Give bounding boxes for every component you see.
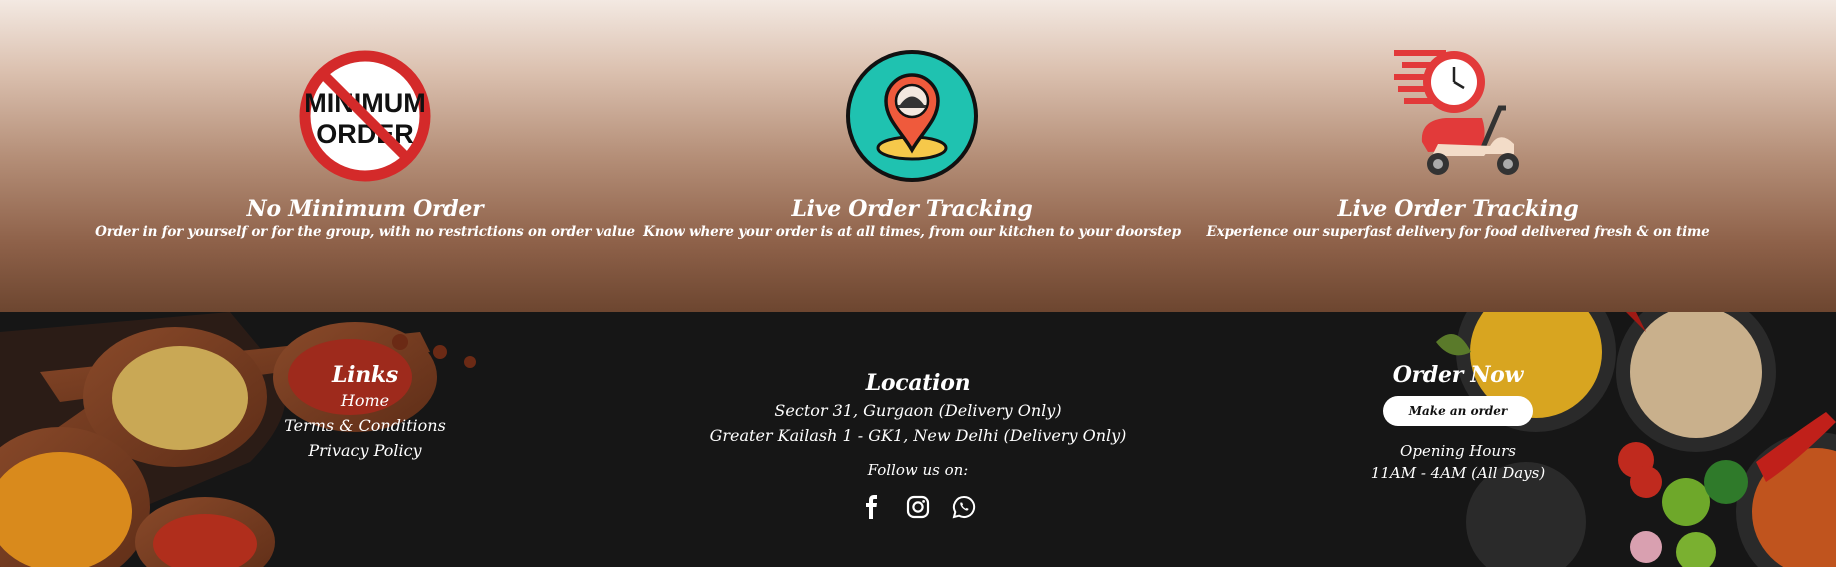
delivery-scooter-icon <box>1388 46 1528 186</box>
links-heading: Links <box>332 362 398 388</box>
facebook-icon[interactable] <box>860 495 884 519</box>
opening-hours-label: Opening Hours <box>1400 442 1516 460</box>
footer-location-column: Location Sector 31, Gurgaon (Delivery On… <box>618 370 1218 519</box>
footer-links-column: Links Home Terms & Conditions Privacy Po… <box>265 362 465 463</box>
feature-live-order-tracking: Live Order Tracking Know where your orde… <box>632 46 1192 240</box>
opening-hours-value: 11AM - 4AM (All Days) <box>1370 464 1546 482</box>
location-pin-icon <box>842 46 982 186</box>
site-footer: Links Home Terms & Conditions Privacy Po… <box>0 312 1836 567</box>
feature-description: Know where your order is at all times, f… <box>643 224 1181 240</box>
footer-link-terms[interactable]: Terms & Conditions <box>265 413 465 438</box>
feature-fast-delivery: Live Order Tracking Experience our super… <box>1178 46 1738 240</box>
feature-description: Experience our superfast delivery for fo… <box>1206 224 1710 240</box>
features-section: MINIMUM ORDER No Minimum Order Order in … <box>0 0 1836 312</box>
make-an-order-button[interactable]: Make an order <box>1382 396 1534 426</box>
order-now-heading: Order Now <box>1392 362 1524 388</box>
feature-no-minimum-order: MINIMUM ORDER No Minimum Order Order in … <box>85 46 645 240</box>
location-line-gurgaon: Sector 31, Gurgaon (Delivery Only) <box>774 401 1062 420</box>
no-minimum-order-icon: MINIMUM ORDER <box>295 46 435 186</box>
location-heading: Location <box>865 370 971 396</box>
instagram-icon[interactable] <box>906 495 930 519</box>
location-line-delhi: Greater Kailash 1 - GK1, New Delhi (Deli… <box>709 426 1127 445</box>
feature-title: No Minimum Order <box>246 196 484 222</box>
whatsapp-icon[interactable] <box>952 495 976 519</box>
footer-order-column: Order Now Make an order Opening Hours 11… <box>1358 362 1558 484</box>
feature-description: Order in for yourself or for the group, … <box>95 224 635 240</box>
footer-link-privacy[interactable]: Privacy Policy <box>265 438 465 463</box>
feature-title: Live Order Tracking <box>791 196 1033 222</box>
footer-link-home[interactable]: Home <box>265 388 465 413</box>
feature-title: Live Order Tracking <box>1337 196 1579 222</box>
social-links <box>618 495 1218 519</box>
follow-us-label: Follow us on: <box>867 461 969 479</box>
